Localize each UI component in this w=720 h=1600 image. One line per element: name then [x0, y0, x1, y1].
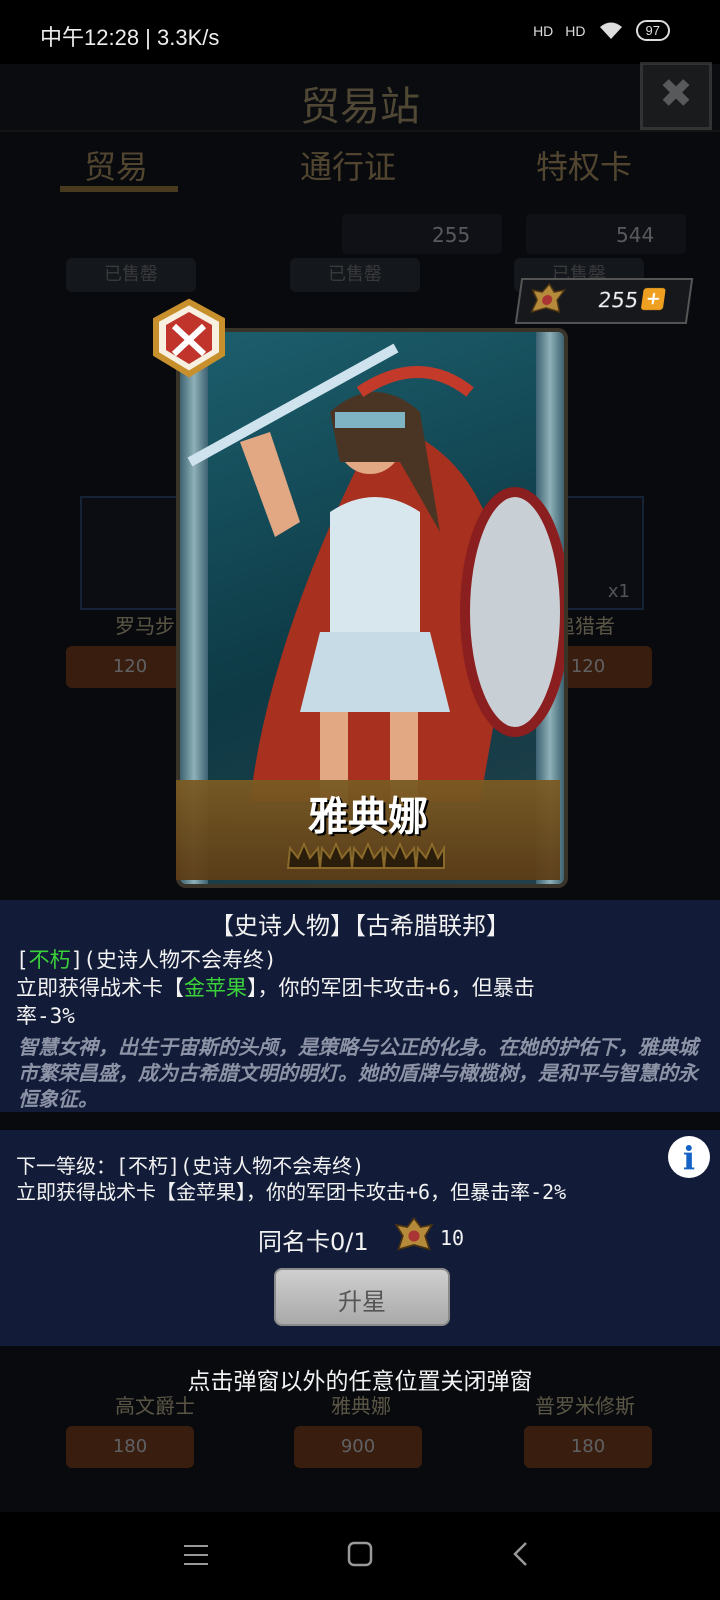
- effect-line-3: 率-3%: [16, 1004, 75, 1028]
- tab-privilege[interactable]: 特权卡: [536, 142, 632, 188]
- buy-button[interactable]: 180: [524, 1426, 652, 1468]
- info-icon[interactable]: i: [668, 1136, 710, 1178]
- signal-icon: HD: [533, 22, 554, 39]
- add-medal-icon[interactable]: +: [640, 288, 666, 310]
- menu-icon[interactable]: [182, 1542, 210, 1568]
- buy-button[interactable]: 120: [66, 646, 194, 688]
- battery-indicator: 97: [635, 20, 670, 41]
- card-name: 雅典娜: [308, 793, 428, 840]
- currency-gem: 544: [526, 214, 686, 254]
- tab-underline: [60, 186, 178, 192]
- status-indicators: HD HD 97: [533, 20, 670, 41]
- card-description: 智慧女神，出生于宙斯的头颅，是策略与公正的化身。在她的护佑下，雅典城市繁荣昌盛，…: [18, 1035, 698, 1111]
- sword-rank-icon: [153, 298, 225, 378]
- effect-line2-b: 】，你的军团卡攻击+6，但暴击: [247, 976, 535, 1000]
- close-hint: 点击弹窗以外的任意位置关闭弹窗: [187, 1369, 533, 1395]
- eagle-emblem-icon: [530, 282, 567, 314]
- card-tags: 【史诗人物】【古希腊联邦】: [210, 912, 510, 940]
- effect-prefix: [: [16, 948, 29, 972]
- effect-line2-keyword: 金苹果: [184, 976, 247, 1000]
- star-crowns-icon: [286, 841, 445, 869]
- effect-line-2: 立即获得战术卡【金苹果】，你的军团卡攻击+6，但暴击: [16, 972, 535, 1002]
- buy-button[interactable]: 900: [294, 1426, 422, 1468]
- home-icon[interactable]: [346, 1540, 374, 1568]
- next-level-line-2: 立即获得战术卡【金苹果】，你的军团卡攻击+6，但暴击率-2%: [16, 1180, 567, 1204]
- back-icon[interactable]: [510, 1540, 530, 1568]
- page-title: 贸易站: [300, 84, 420, 130]
- buy-button[interactable]: 180: [66, 1426, 194, 1468]
- close-icon: ✖: [659, 71, 693, 117]
- item-count: x1: [607, 581, 630, 602]
- upgrade-star-button[interactable]: 升星: [274, 1268, 450, 1326]
- next-level-line-1: 下一等级：[不朽](史诗人物不会寿终): [16, 1154, 365, 1178]
- duplicate-card-cost: 10: [440, 1226, 465, 1250]
- system-nav-bar: [0, 1512, 720, 1600]
- effect-line-1: [不朽](史诗人物不会寿终): [16, 944, 277, 974]
- close-button[interactable]: ✖: [640, 62, 712, 130]
- currency-medal-value: 255: [432, 223, 471, 247]
- duplicate-card-label: 同名卡0/1: [258, 1228, 369, 1256]
- medal-count: 255: [596, 288, 640, 312]
- effect-line2-a: 立即获得战术卡【: [16, 976, 184, 1000]
- currency-gem-value: 544: [616, 223, 655, 247]
- signal-icon: HD: [565, 22, 586, 39]
- medal-counter: 255 +: [514, 278, 694, 324]
- effect-keyword: 不朽: [28, 948, 71, 972]
- sold-out-button[interactable]: 已售罄: [290, 258, 420, 292]
- sold-out-button[interactable]: 已售罄: [66, 258, 196, 292]
- effect-rest: ](史诗人物不会寿终): [70, 948, 277, 972]
- tab-pass[interactable]: 通行证: [300, 142, 396, 188]
- title-bar: 贸易站: [0, 64, 720, 132]
- upgrade-star-label: 升星: [338, 1288, 386, 1316]
- eagle-emblem-icon: [394, 1216, 434, 1251]
- status-time: 中午12:28 | 3.3K/s: [40, 25, 220, 50]
- currency-medal: 255: [342, 214, 502, 254]
- wifi-icon: [599, 22, 622, 39]
- tab-trade[interactable]: 贸易: [84, 142, 148, 188]
